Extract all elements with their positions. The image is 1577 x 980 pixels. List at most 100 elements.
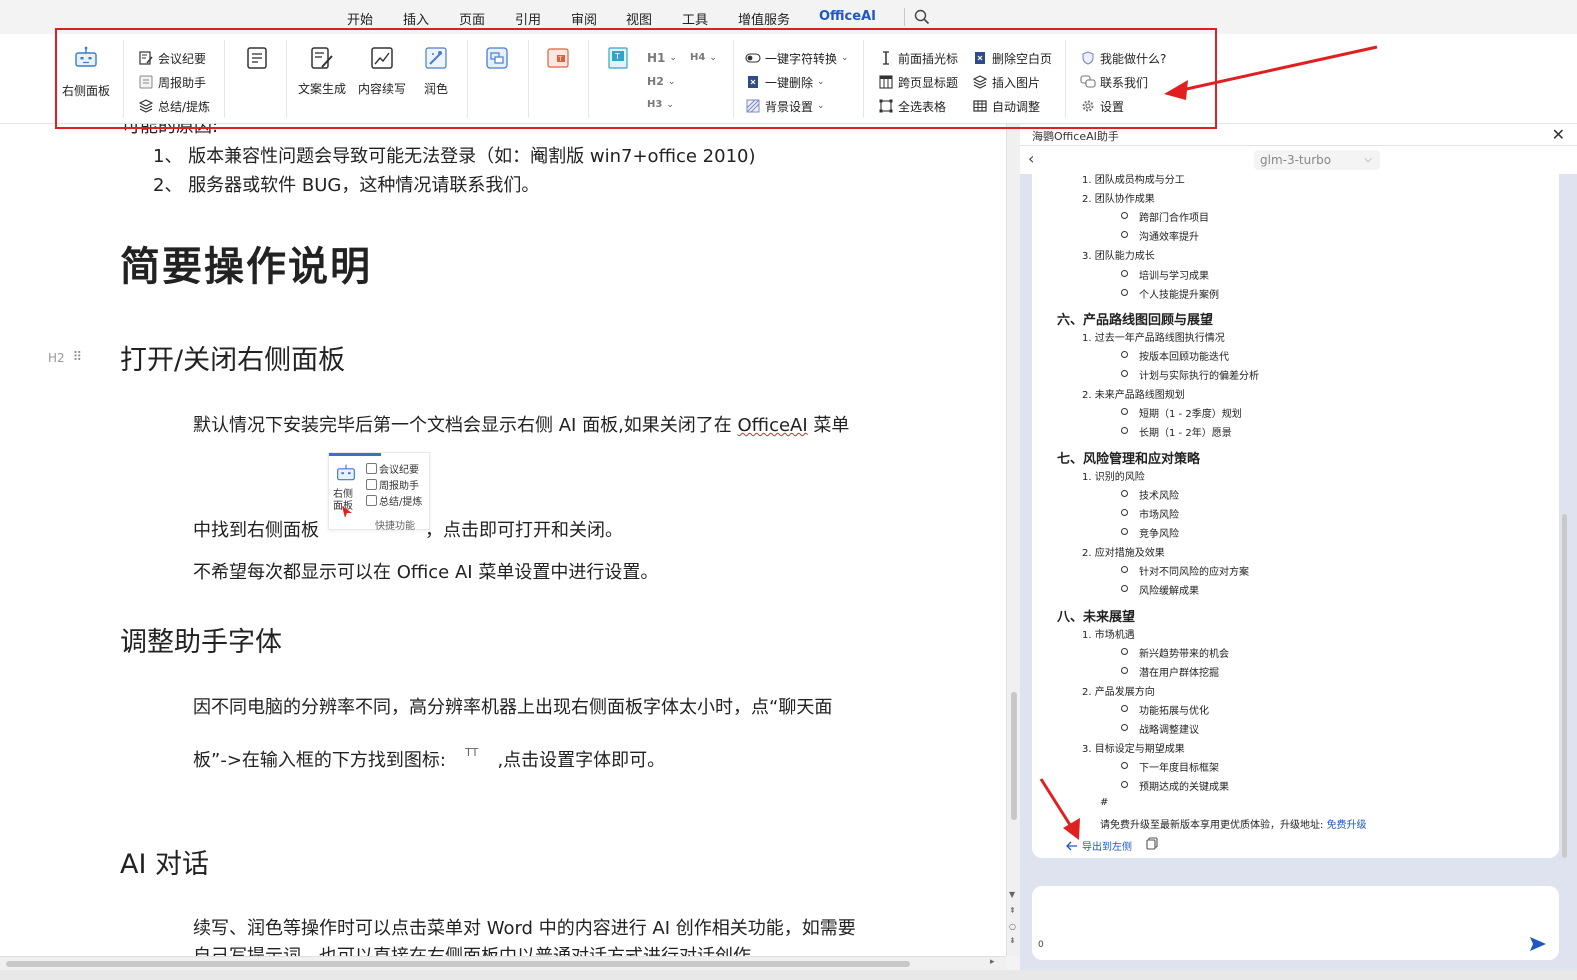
prev-page-icon[interactable]: ⇞ <box>1009 906 1016 915</box>
doc-heading-2: AI 对话 <box>120 849 210 880</box>
doc-template-button[interactable] <box>243 44 271 72</box>
ribbon-separator <box>467 40 468 118</box>
chat-line: 竞争风险 <box>1139 529 1179 540</box>
menu-bar: 开始 插入 页面 引用 审阅 视图 工具 增值服务 OfficeAI <box>0 0 1577 34</box>
bullet-icon <box>1121 585 1128 592</box>
ppt-button[interactable]: T <box>544 44 572 72</box>
inline-item: 周报助手 <box>366 477 419 492</box>
heading3-button[interactable]: H3 ⌄ <box>647 99 674 110</box>
heading2-button[interactable]: H2 ⌄ <box>647 75 675 88</box>
search-icon[interactable] <box>914 9 930 25</box>
meeting-minutes-button[interactable]: 会议纪要 <box>138 49 206 67</box>
select-all-tables-button[interactable]: 全选表格 <box>878 97 946 115</box>
one-click-delete-button[interactable]: 一键删除 ⌄ <box>745 73 825 91</box>
bullet-icon <box>1121 509 1128 516</box>
polish-button[interactable]: 润色 <box>422 44 450 97</box>
app-window: 开始 插入 页面 引用 审阅 视图 工具 增值服务 OfficeAI 右侧面板 … <box>0 0 1577 980</box>
chat-line: 1. 过去一年产品路线图执行情况 <box>1082 333 1225 344</box>
chat-line: 下一年度目标框架 <box>1139 763 1219 774</box>
chat-line: 2. 未来产品路线图规划 <box>1082 390 1185 401</box>
contact-us-button[interactable]: 联系我们 <box>1080 73 1148 91</box>
tab-officeai[interactable]: OfficeAI <box>819 9 876 30</box>
chat-line: 3. 团队能力成长 <box>1082 251 1155 262</box>
bullet-icon <box>1121 566 1128 573</box>
copy-generate-button[interactable]: 文案生成 <box>298 44 346 97</box>
delete-blank-page-button[interactable]: 删除空白页 <box>972 49 1052 67</box>
upgrade-link[interactable]: 免费升级 <box>1327 820 1367 831</box>
send-icon[interactable] <box>1529 936 1547 952</box>
export-to-left-button[interactable]: 导出到左侧 <box>1066 838 1132 853</box>
chat-line: 短期（1 - 2季度）规划 <box>1139 409 1242 420</box>
char-convert-button[interactable]: 一键字符转换 ⌄ <box>745 49 849 67</box>
tab-references[interactable]: 引用 <box>515 9 541 28</box>
title-style-button[interactable]: T <box>604 44 632 72</box>
auto-adjust-button[interactable]: 自动调整 <box>972 97 1040 115</box>
chat-line: 跨部门合作项目 <box>1139 213 1209 224</box>
settings-button[interactable]: 设置 <box>1080 97 1124 115</box>
ribbon-separator <box>863 40 864 118</box>
tab-value-added[interactable]: 增值服务 <box>738 9 790 28</box>
document-lines-icon <box>243 44 271 72</box>
ribbon-separator <box>123 40 124 118</box>
pen-doc-icon <box>308 44 336 72</box>
drag-handle-icon: ⠿ <box>72 350 83 365</box>
svg-text:T: T <box>558 56 563 63</box>
chat-line: 2. 产品发展方向 <box>1082 687 1155 698</box>
tab-tools[interactable]: 工具 <box>682 9 708 28</box>
chat-section-heading: 七、风险管理和应对策略 <box>1057 452 1201 467</box>
chat-line: 新兴趋势带来的机会 <box>1139 649 1229 660</box>
model-selector[interactable]: glm-3-turbo ⌵ <box>1254 150 1380 170</box>
back-arrow-icon[interactable]: ‹ <box>1028 149 1034 168</box>
select-table-icon <box>878 98 894 114</box>
char-counter: 0 <box>1038 940 1044 950</box>
chat-line: 长期（1 - 2年）愿景 <box>1139 428 1232 439</box>
tab-review[interactable]: 审阅 <box>571 9 597 28</box>
close-icon[interactable]: ✕ <box>1552 125 1565 144</box>
ribbon-separator <box>224 40 225 118</box>
select-browse-icon[interactable]: ○ <box>1009 922 1016 931</box>
copy-icon[interactable] <box>1146 837 1158 850</box>
scroll-right-icon[interactable]: ▸ <box>990 957 995 967</box>
heading1-button[interactable]: H1 ⌄ <box>647 51 677 65</box>
panel-titlebar: 海鹦OfficeAI助手 ✕ <box>1020 124 1577 146</box>
text-box-icon: T <box>604 44 632 72</box>
bullet-icon <box>1121 370 1128 377</box>
document-horizontal-scrollbar[interactable]: ▸ <box>0 956 1006 970</box>
scroll-thumb[interactable] <box>1011 692 1017 820</box>
weekly-report-button[interactable]: 周报助手 <box>138 73 206 91</box>
heading4-button[interactable]: H4 ⌄ <box>690 52 717 63</box>
next-page-icon[interactable]: ⇟ <box>1009 936 1016 945</box>
shield-icon <box>1080 50 1096 66</box>
tab-view[interactable]: 视图 <box>626 9 652 28</box>
ribbon-separator <box>1065 40 1066 118</box>
delete-page-icon <box>972 50 988 66</box>
chat-line: 针对不同风险的应对方案 <box>1139 567 1249 578</box>
chat-input-box[interactable]: 0 <box>1032 886 1559 960</box>
cross-page-title-button[interactable]: 跨页显标题 <box>878 73 958 91</box>
background-settings-button[interactable]: 背景设置 ⌄ <box>745 97 825 115</box>
tab-page[interactable]: 页面 <box>459 9 485 28</box>
translate-button[interactable] <box>483 44 511 72</box>
insert-image-button[interactable]: 插入图片 <box>972 73 1040 91</box>
document-page[interactable]: 可能的原因: 1、 版本兼容性问题会导致可能无法登录（如：阉割版 win7+of… <box>0 124 1006 956</box>
right-panel-button[interactable]: 右侧面板 <box>62 44 110 99</box>
document-vertical-scrollbar[interactable]: ▼ ⇞ ○ ⇟ <box>1006 124 1020 956</box>
panel-nav: ‹ glm-3-turbo ⌵ <box>1020 146 1577 174</box>
svg-text:T: T <box>614 52 620 61</box>
chat-scrollbar[interactable] <box>1562 174 1568 858</box>
insert-cursor-button[interactable]: 前面插光标 <box>878 49 958 67</box>
ai-assistant-panel: 海鹦OfficeAI助手 ✕ ‹ glm-3-turbo ⌵ 1. 团队成员构成… <box>1020 124 1577 970</box>
continue-write-button[interactable]: 内容续写 <box>358 44 406 97</box>
scroll-down-icon[interactable]: ▼ <box>1009 890 1015 899</box>
tab-home[interactable]: 开始 <box>347 9 373 28</box>
chat-line: # <box>1100 797 1109 808</box>
chat-message-area[interactable]: 1. 团队成员构成与分工 2. 团队协作成果 跨部门合作项目 沟通效率提升 3.… <box>1032 174 1559 858</box>
heading-handle[interactable]: H2 ⠿ <box>48 350 82 365</box>
scroll-thumb[interactable] <box>1562 514 1567 858</box>
scroll-thumb[interactable] <box>6 961 910 967</box>
robot-icon <box>72 44 100 72</box>
summary-button[interactable]: 总结/提炼 <box>138 97 210 115</box>
bullet-icon <box>1121 212 1128 219</box>
tab-insert[interactable]: 插入 <box>403 9 429 28</box>
what-can-i-do-button[interactable]: 我能做什么? <box>1080 49 1166 67</box>
